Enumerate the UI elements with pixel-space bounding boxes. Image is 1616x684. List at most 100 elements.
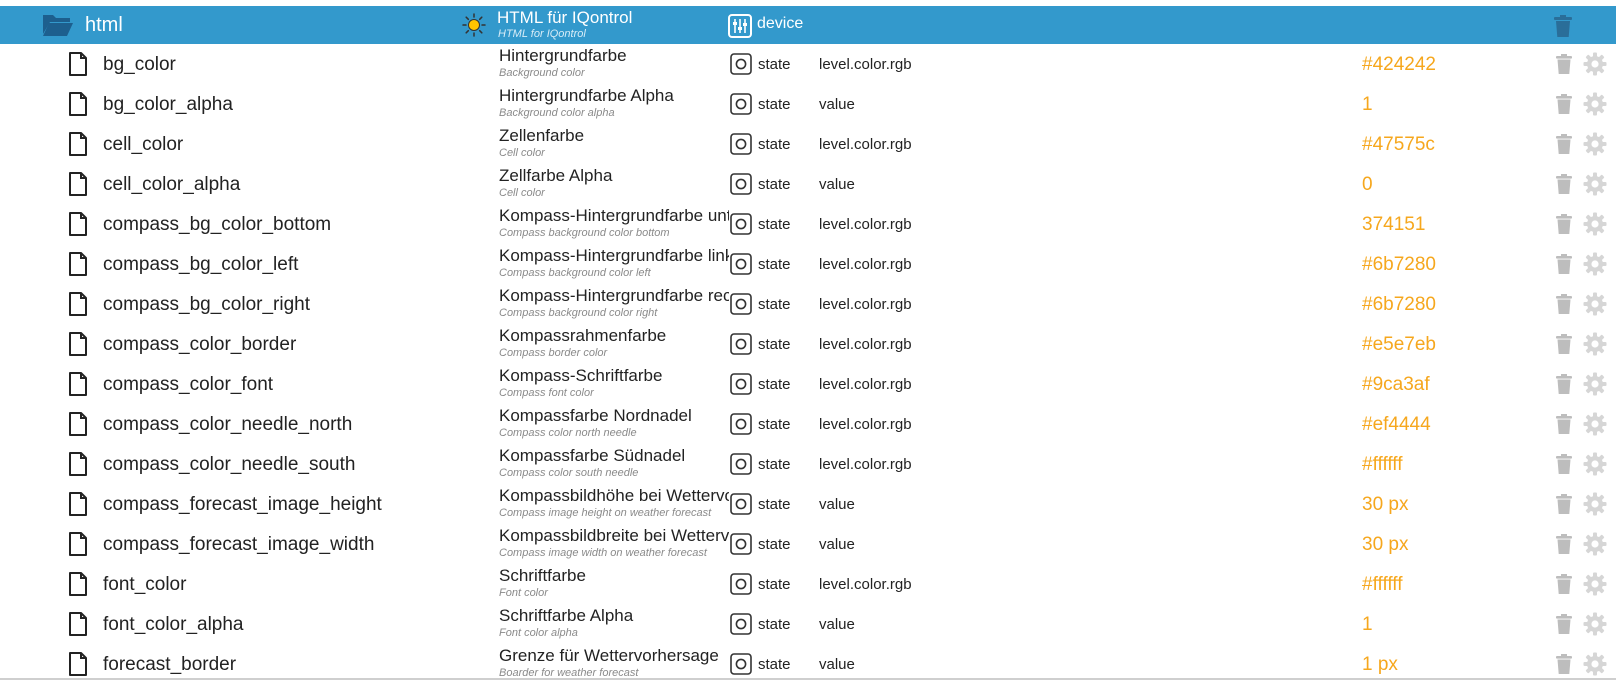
state-description-en: Compass color south needle [499,467,639,479]
trash-icon[interactable] [1553,573,1575,595]
file-icon [68,532,88,556]
state-value[interactable]: 1 [1362,614,1373,636]
state-name: bg_color_alpha [103,94,233,115]
state-value[interactable]: #47575c [1362,134,1435,156]
table-row[interactable]: compass_forecast_image_height Kompassbild… [0,484,1616,524]
gear-icon[interactable] [1583,412,1607,436]
table-row[interactable]: bg_color_alpha Hintergrundfarbe Alpha Back… [0,84,1616,124]
table-row[interactable]: font_color_alpha Schriftfarbe Alpha Font c… [0,604,1616,644]
state-name: cell_color_alpha [103,174,241,195]
gear-icon[interactable] [1583,532,1607,556]
state-value[interactable]: 374151 [1362,214,1425,236]
trash-icon[interactable] [1553,413,1575,435]
trash-icon[interactable] [1553,133,1575,155]
state-description-en: Cell color [499,187,545,199]
state-description: Kompassrahmenfarbe [499,326,667,345]
state-value[interactable]: #e5e7eb [1362,334,1436,356]
table-row[interactable]: compass_forecast_image_width Kompassbildb… [0,524,1616,564]
state-role: level.color.rgb [819,296,912,313]
state-value[interactable]: #6b7280 [1362,294,1436,316]
state-role: level.color.rgb [819,136,912,153]
trash-icon[interactable] [1553,333,1575,355]
state-type: state [758,256,791,273]
gear-icon[interactable] [1583,132,1607,156]
table-row[interactable]: cell_color Zellenfarbe Cell color state leve… [0,124,1616,164]
trash-icon[interactable] [1553,613,1575,635]
trash-icon[interactable] [1553,213,1575,235]
sun-icon [462,13,486,37]
state-value[interactable]: #6b7280 [1362,254,1436,276]
trash-icon[interactable] [1553,173,1575,195]
state-type: state [758,416,791,433]
trash-icon[interactable] [1553,533,1575,555]
state-name: cell_color [103,134,184,155]
gear-icon[interactable] [1583,52,1607,76]
folder-type: device [757,15,804,32]
trash-icon[interactable] [1553,373,1575,395]
state-type: state [758,456,791,473]
gear-icon[interactable] [1583,92,1607,116]
gear-icon[interactable] [1583,252,1607,276]
state-type: state [758,536,791,553]
trash-icon[interactable] [1553,53,1575,75]
state-icon [730,293,752,315]
folder-header-row[interactable]: html HTML für IQontrol HTML for IQontrol… [0,6,1616,44]
file-icon [68,172,88,196]
table-row[interactable]: cell_color_alpha Zellfarbe Alpha Cell colo… [0,164,1616,204]
gear-icon[interactable] [1583,372,1607,396]
state-icon [730,413,752,435]
gear-icon[interactable] [1583,572,1607,596]
file-icon [68,412,88,436]
state-description-en: Compass background color left [499,267,651,279]
state-name: forecast_border [103,654,237,675]
table-row[interactable]: compass_color_font Kompass-Schriftfarbe Co… [0,364,1616,404]
trash-icon[interactable] [1553,453,1575,475]
table-row[interactable]: compass_color_needle_north Kompassfarbe N… [0,404,1616,444]
trash-icon[interactable] [1553,293,1575,315]
state-value[interactable]: #424242 [1362,54,1436,76]
table-row[interactable]: bg_color Hintergrundfarbe Background color… [0,44,1616,84]
table-row[interactable]: compass_bg_color_bottom Kompass-Hintergru… [0,204,1616,244]
table-row[interactable]: compass_bg_color_right Kompass-Hintergrun… [0,284,1616,324]
state-name: compass_color_font [103,374,274,395]
state-description: Schriftfarbe [499,566,586,585]
file-icon [68,372,88,396]
state-name: compass_bg_color_left [103,254,299,275]
gear-icon[interactable] [1583,212,1607,236]
gear-icon[interactable] [1583,452,1607,476]
trash-icon[interactable] [1553,653,1575,675]
state-type: state [758,296,791,313]
trash-icon[interactable] [1551,14,1575,38]
trash-icon[interactable] [1553,493,1575,515]
folder-open-icon[interactable] [42,12,74,38]
state-type: state [758,336,791,353]
state-value[interactable]: 1 [1362,94,1373,116]
state-value[interactable]: #9ca3af [1362,374,1430,396]
state-value[interactable]: 0 [1362,174,1373,196]
table-row[interactable]: compass_color_border Kompassrahmenfarbe Co… [0,324,1616,364]
state-description-en: Background color [499,67,585,79]
state-value[interactable]: #ef4444 [1362,414,1431,436]
trash-icon[interactable] [1553,93,1575,115]
state-value[interactable]: #ffffff [1362,454,1403,476]
state-role: value [819,616,855,633]
state-icon [730,453,752,475]
table-row[interactable]: font_color Schriftfarbe Font color state lev… [0,564,1616,604]
gear-icon[interactable] [1583,652,1607,676]
table-row[interactable]: compass_color_needle_south Kompassfarbe S… [0,444,1616,484]
table-row[interactable]: compass_bg_color_left Kompass-Hintergrund… [0,244,1616,284]
gear-icon[interactable] [1583,612,1607,636]
folder-subtitle: HTML for IQontrol [498,28,586,40]
state-value[interactable]: 30 px [1362,534,1408,556]
gear-icon[interactable] [1583,172,1607,196]
state-value[interactable]: #ffffff [1362,574,1403,596]
file-icon [68,132,88,156]
trash-icon[interactable] [1553,253,1575,275]
gear-icon[interactable] [1583,332,1607,356]
gear-icon[interactable] [1583,292,1607,316]
gear-icon[interactable] [1583,492,1607,516]
state-value[interactable]: 1 px [1362,654,1398,676]
state-value[interactable]: 30 px [1362,494,1408,516]
state-icon [730,493,752,515]
state-role: value [819,496,855,513]
